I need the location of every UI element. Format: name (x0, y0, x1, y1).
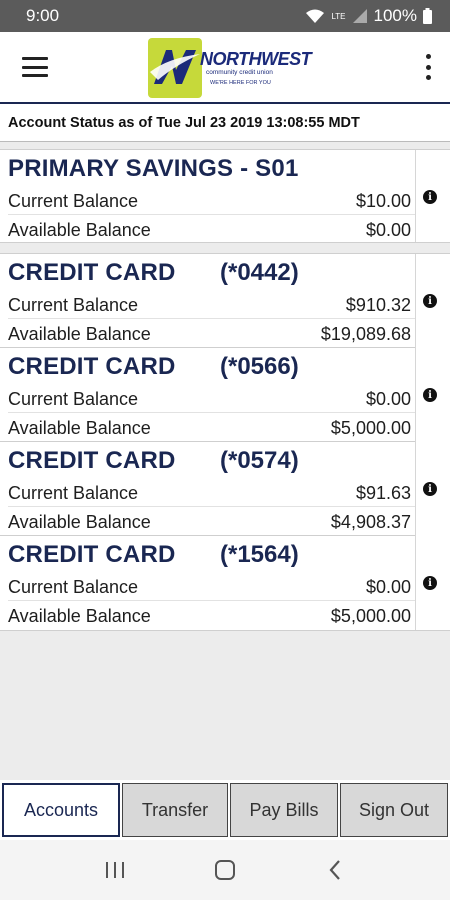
account-status-timestamp: Account Status as of Tue Jul 23 2019 13:… (0, 104, 450, 142)
current-balance-row: Current Balance $10.00 (8, 188, 411, 214)
available-balance-row: Available Balance $0.00 (8, 217, 411, 243)
available-balance-row: Available Balance $19,089.68 (8, 321, 411, 347)
current-balance-value: $910.32 (345, 294, 411, 315)
available-balance-row: Available Balance $5,000.00 (8, 415, 411, 441)
network-label: LTE (331, 12, 346, 21)
current-balance-row: Current Balance $0.00 (8, 574, 411, 600)
more-options-icon[interactable] (420, 54, 436, 80)
recent-apps-icon[interactable] (95, 850, 135, 890)
account-card-credit-1564[interactable]: CREDIT CARD (*1564) Current Balance $0.0… (0, 536, 415, 630)
account-title: CREDIT CARD (8, 259, 176, 286)
available-balance-value: $5,000.00 (330, 417, 411, 438)
savings-group: PRIMARY SAVINGS - S01 Current Balance $1… (0, 149, 450, 243)
available-balance-row: Available Balance $5,000.00 (8, 603, 411, 629)
account-card-savings[interactable]: PRIMARY SAVINGS - S01 Current Balance $1… (0, 150, 415, 244)
wifi-icon (305, 8, 325, 24)
logo-subtitle: community credit union (206, 69, 273, 76)
tab-sign-out[interactable]: Sign Out (340, 783, 448, 837)
info-icon[interactable]: i (423, 190, 437, 204)
accounts-list: PRIMARY SAVINGS - S01 Current Balance $1… (0, 149, 450, 631)
app-header: NORTHWEST community credit union WE'RE H… (0, 32, 450, 104)
current-balance-label: Current Balance (8, 388, 139, 409)
available-balance-value: $5,000.00 (330, 605, 411, 626)
system-nav-bar (0, 840, 450, 900)
current-balance-row: Current Balance $91.63 (8, 480, 411, 506)
credit-cards-group: CREDIT CARD (*0442) Current Balance $910… (0, 253, 450, 631)
account-number: (*1564) (220, 541, 299, 568)
account-card-credit-0442[interactable]: CREDIT CARD (*0442) Current Balance $910… (0, 254, 415, 348)
available-balance-value: $0.00 (365, 219, 411, 240)
available-balance-label: Available Balance (8, 605, 151, 626)
logo: NORTHWEST community credit union WE'RE H… (148, 37, 312, 99)
info-icon[interactable]: i (423, 294, 437, 308)
available-balance-label: Available Balance (8, 511, 151, 532)
status-icons: LTE 100% (305, 6, 432, 26)
available-balance-label: Available Balance (8, 417, 151, 438)
account-title: CREDIT CARD (8, 353, 176, 380)
current-balance-label: Current Balance (8, 190, 139, 211)
battery-icon (423, 8, 432, 24)
logo-tagline: WE'RE HERE FOR YOU (210, 79, 271, 86)
tab-pay-bills[interactable]: Pay Bills (230, 783, 338, 837)
account-number: (*0442) (220, 259, 299, 286)
logo-name: NORTHWEST (200, 49, 312, 69)
info-icon[interactable]: i (423, 388, 437, 402)
status-bar: 9:00 LTE 100% (0, 0, 450, 32)
back-icon[interactable] (315, 850, 355, 890)
current-balance-label: Current Balance (8, 482, 139, 503)
account-card-credit-0574[interactable]: CREDIT CARD (*0574) Current Balance $91.… (0, 442, 415, 536)
battery-percent: 100% (373, 6, 417, 25)
row-divider (8, 214, 415, 215)
available-balance-row: Available Balance $4,908.37 (8, 509, 411, 535)
current-balance-value: $0.00 (365, 576, 411, 597)
current-balance-row: Current Balance $0.00 (8, 386, 411, 412)
account-title: PRIMARY SAVINGS - S01 (8, 155, 299, 182)
info-icon[interactable]: i (423, 576, 437, 590)
row-divider (8, 600, 415, 601)
current-balance-value: $91.63 (355, 482, 411, 503)
tab-transfer[interactable]: Transfer (122, 783, 228, 837)
account-number: (*0574) (220, 447, 299, 474)
current-balance-label: Current Balance (8, 294, 139, 315)
current-balance-label: Current Balance (8, 576, 139, 597)
account-title: CREDIT CARD (8, 541, 176, 568)
account-card-credit-0566[interactable]: CREDIT CARD (*0566) Current Balance $0.0… (0, 348, 415, 442)
current-balance-value: $10.00 (355, 190, 411, 211)
logo-text: NORTHWEST community credit union WE'RE H… (200, 49, 312, 86)
status-time: 9:00 (26, 6, 60, 25)
row-divider (8, 506, 415, 507)
available-balance-value: $4,908.37 (330, 511, 411, 532)
menu-icon[interactable] (22, 57, 48, 77)
info-icon[interactable]: i (423, 482, 437, 496)
current-balance-row: Current Balance $910.32 (8, 292, 411, 318)
logo-mark-icon (148, 38, 202, 98)
row-divider (8, 412, 415, 413)
available-balance-label: Available Balance (8, 323, 151, 344)
current-balance-value: $0.00 (365, 388, 411, 409)
home-icon[interactable] (205, 850, 245, 890)
row-divider (8, 318, 415, 319)
bottom-tab-bar: Accounts Transfer Pay Bills Sign Out (0, 780, 450, 840)
account-title: CREDIT CARD (8, 447, 176, 474)
signal-icon (352, 8, 368, 24)
tab-accounts[interactable]: Accounts (2, 783, 120, 837)
available-balance-label: Available Balance (8, 219, 151, 240)
account-number: (*0566) (220, 353, 299, 380)
available-balance-value: $19,089.68 (320, 323, 411, 344)
